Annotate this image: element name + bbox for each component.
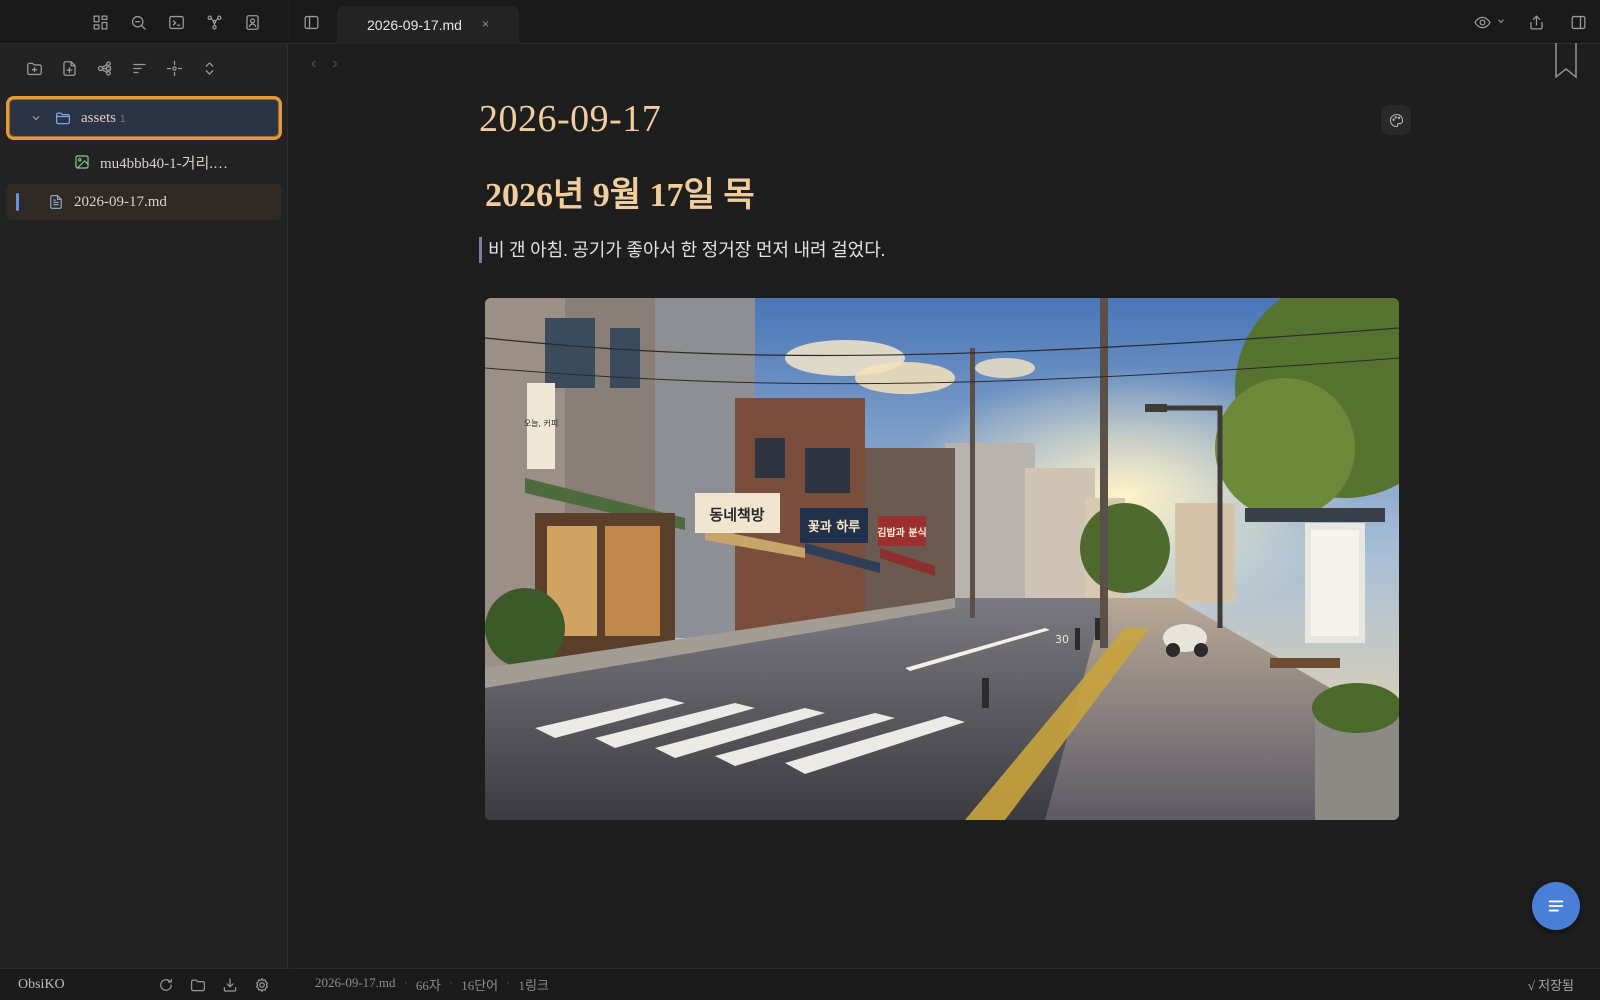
image-file-label: mu4bbb40-1-거리.… bbox=[100, 155, 229, 172]
expand-collapse-icon[interactable] bbox=[197, 56, 221, 80]
explorer-toolbar bbox=[22, 56, 221, 80]
terminal-icon[interactable] bbox=[164, 10, 188, 34]
active-file-label: 2026-09-17.md bbox=[74, 193, 167, 210]
history-nav: ‹ › bbox=[311, 55, 338, 73]
sort-icon[interactable] bbox=[127, 56, 151, 80]
status-chars: 66자 bbox=[415, 978, 441, 993]
right-sidebar-toggle-icon[interactable] bbox=[1566, 10, 1590, 34]
nav-back-icon[interactable]: ‹ bbox=[311, 55, 316, 73]
sign-coffee: 오늘, 커피 bbox=[524, 419, 559, 428]
status-saved: √ 저장됨 bbox=[1527, 978, 1574, 993]
tab-note[interactable]: 2026-09-17.md × bbox=[337, 6, 519, 44]
image-icon bbox=[72, 152, 92, 172]
sidebar-footer: ObsiKO bbox=[0, 968, 288, 1000]
bookmark-icon[interactable] bbox=[1554, 43, 1578, 79]
sign-bookstore: 동네책방 bbox=[709, 506, 764, 524]
settings-icon[interactable] bbox=[250, 973, 274, 997]
layout-grid-icon[interactable] bbox=[88, 10, 112, 34]
folder-icon bbox=[53, 108, 73, 128]
view-mode-button[interactable] bbox=[1470, 10, 1506, 34]
eye-icon bbox=[1470, 10, 1494, 34]
sign-flower: 꽃과 하루 bbox=[808, 519, 860, 535]
graph-tree-icon[interactable] bbox=[92, 56, 116, 80]
status-words: 16단어 bbox=[461, 978, 499, 993]
share-icon[interactable] bbox=[1524, 10, 1548, 34]
download-icon[interactable] bbox=[218, 973, 242, 997]
status-filename: 2026-09-17.md bbox=[315, 975, 396, 990]
document-icon bbox=[46, 192, 66, 212]
new-file-icon[interactable] bbox=[57, 56, 81, 80]
ribbon-top bbox=[0, 0, 288, 44]
close-icon[interactable]: × bbox=[482, 17, 489, 31]
contact-icon[interactable] bbox=[240, 10, 264, 34]
locate-icon[interactable] bbox=[162, 56, 186, 80]
file-explorer-sidebar: assets 1 mu4bbb40-1-거리.… 2026-09-17.md O… bbox=[0, 0, 288, 1000]
graph-icon[interactable] bbox=[202, 10, 226, 34]
folder-count: 1 bbox=[120, 114, 126, 125]
search-zoom-icon[interactable] bbox=[126, 10, 150, 34]
vault-name[interactable]: ObsiKO bbox=[18, 977, 154, 993]
file-active-note[interactable]: 2026-09-17.md bbox=[6, 184, 282, 220]
note-heading[interactable]: 2026년 9월 17일 목 bbox=[485, 167, 755, 216]
folder-icon[interactable] bbox=[186, 973, 210, 997]
road-number: 30 bbox=[1055, 633, 1069, 646]
file-image[interactable]: mu4bbb40-1-거리.… bbox=[6, 144, 282, 180]
status-links: 1링크 bbox=[518, 978, 549, 993]
embedded-street-image[interactable]: 동네책방 꽃과 하루 김밥과 분식 오늘, 커피 30 bbox=[485, 298, 1399, 820]
folder-assets[interactable]: assets 1 bbox=[6, 96, 282, 140]
chevron-down-icon bbox=[1496, 16, 1506, 28]
nav-forward-icon[interactable]: › bbox=[332, 55, 337, 73]
palette-icon[interactable] bbox=[1381, 105, 1411, 135]
note-title[interactable]: 2026-09-17 bbox=[479, 97, 661, 141]
tab-bar: 2026-09-17.md × bbox=[289, 0, 1600, 44]
file-tree: assets 1 mu4bbb40-1-거리.… 2026-09-17.md bbox=[6, 96, 282, 224]
editor-view: ‹ › 2026-09-17 2026년 9월 17일 목 비 갠 아침. 공기… bbox=[289, 43, 1600, 968]
sidebar-toggle-icon[interactable] bbox=[299, 10, 323, 34]
chevron-down-icon[interactable] bbox=[29, 112, 43, 124]
new-folder-icon[interactable] bbox=[22, 56, 46, 80]
status-bar: 2026-09-17.md · 66자 · 16단어 · 1링크 √ 저장됨 bbox=[289, 968, 1600, 1000]
tab-label: 2026-09-17.md bbox=[367, 17, 462, 33]
refresh-icon[interactable] bbox=[154, 973, 178, 997]
active-indicator bbox=[16, 193, 19, 211]
list-icon bbox=[1548, 900, 1564, 912]
outline-fab-button[interactable] bbox=[1532, 882, 1580, 930]
folder-label: assets bbox=[81, 109, 116, 126]
sign-gimbap: 김밥과 분식 bbox=[877, 526, 926, 539]
blockquote[interactable]: 비 갠 아침. 공기가 좋아서 한 정거장 먼저 내려 걸었다. bbox=[479, 237, 885, 263]
